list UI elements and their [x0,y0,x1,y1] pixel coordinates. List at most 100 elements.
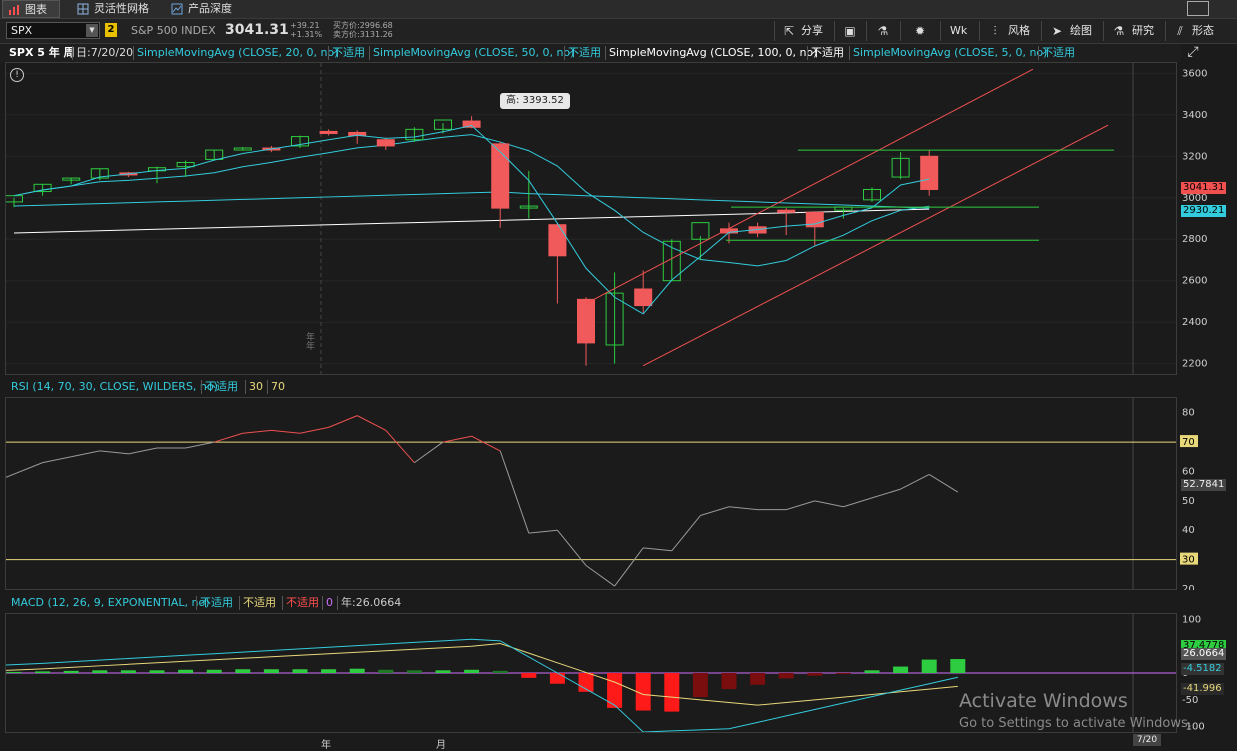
symbol-value: SPX [11,24,33,37]
grid-icon [77,3,89,15]
rsi-value-badge: 52.7841 [1181,479,1227,491]
price-tick: 3600 [1182,68,1207,79]
bar-chart-icon [9,5,19,15]
tab-chart[interactable]: 图表 [2,0,60,18]
net-change: +39.21 [290,21,320,30]
share-button[interactable]: ⇱ 分享 [774,21,830,41]
rsi-pane [5,397,1177,590]
macd-histogram-bar [435,670,451,673]
window-restore-button[interactable] [1187,1,1209,16]
rsi-tick: 70 [1182,437,1195,448]
link-badge[interactable]: 2 [105,23,117,37]
expand-icon[interactable]: ⤢ [1183,44,1203,62]
macd-histogram-bar [149,670,165,673]
year-marker: 年 年 [306,333,316,352]
rsi-segment [843,497,873,508]
candle-style-icon: ⫶ [993,24,997,38]
rsi-segment [242,429,272,434]
snapshot-icon: ▣ [844,24,856,38]
macd-year-value: 年:26.0664 [337,596,401,610]
macd-histogram-bar [893,666,909,673]
macd-badge-3: -4.5182 [1181,663,1224,675]
candle-body [634,288,653,307]
price-tick: 3000 [1182,193,1207,204]
style-button[interactable]: ⫶ 风格 [979,21,1037,41]
rsi-tick: 20 [1182,584,1195,590]
share-icon: ⇱ [783,24,795,38]
flask-study-icon: ⚗ [1113,24,1125,38]
symbol-input[interactable]: SPX ▼ [6,22,100,39]
top-tab-bar: 图表 灵活性网格 产品深度 [0,0,1237,19]
drawing-button[interactable]: ➤ 绘图 [1041,21,1099,41]
study-sma5[interactable]: SimpleMovingAvg (CLOSE, 5, 0, no) [849,46,1047,60]
rsi-segment [928,473,959,493]
macd-diff-na: 不适用 [282,596,319,610]
macd-badge-2: 26.0664 [1181,648,1227,660]
pct-change: +1.31% [290,30,323,39]
flask-icon: ⚗ [877,24,889,38]
macd-tick: 100 [1182,614,1201,625]
macd-histogram-bar [835,673,851,675]
rsi-label[interactable]: RSI (14, 70, 30, CLOSE, WILDERS, no) [8,380,218,394]
rsi-segment [786,500,815,511]
rsi-segment [271,429,301,434]
rsi-tick: 40 [1182,525,1195,536]
candle-body [577,298,595,344]
last-price: 3041.31 [225,22,289,38]
rsi-segment [871,488,901,499]
rsi-segment [728,506,758,511]
chart-toolbar: SPX ▼ 2 S&P 500 INDEX 3041.31 +39.21 +1.… [0,19,1237,44]
macd-chart [5,614,1176,733]
rsi-segment [643,547,672,552]
aggregation-button[interactable]: Wk [940,21,976,41]
price-axis-ticks: 2200 2400 2600 2800 3000 3200 3400 3600 [1182,68,1207,369]
macd-histogram-bar [178,669,194,673]
symbol-description: S&P 500 INDEX [131,24,216,37]
rsi-ob-level: 30 [245,380,263,394]
tab-product-depth[interactable]: 产品深度 [166,0,268,18]
macd-line [5,638,958,733]
macd-histogram-bar [692,673,708,698]
tab-flex-grid-label: 灵活性网格 [94,2,149,15]
price-tick: 2800 [1182,234,1207,245]
settings-button[interactable]: ✹ [900,21,938,41]
macd-histogram-bar [664,673,680,712]
macd-histogram-bar [35,671,51,673]
rsi-segment [814,500,844,508]
rsi-segment [71,450,100,458]
rsi-chart [5,398,1176,589]
flask-button[interactable]: ⚗ [866,21,898,41]
rsi-os-level: 70 [267,380,285,394]
study-sma20[interactable]: SimpleMovingAvg (CLOSE, 20, 0, no) [133,46,338,60]
macd-histogram-bar [950,659,966,673]
patterns-button[interactable]: ⫽ 形态 [1165,21,1223,41]
x-label-date: 7/20 [1133,734,1161,746]
sma-price-badge: 2930.21 [1181,205,1227,217]
macd-histogram-bar [6,671,22,673]
price-tick: 3200 [1182,151,1207,162]
sma20-line [13,134,930,267]
study-sma50[interactable]: SimpleMovingAvg (CLOSE, 50, 0, no) [369,46,574,60]
candle-body [777,209,796,213]
rsi-segment [42,456,72,464]
snapshot-button[interactable]: ▣ [834,21,864,41]
macd-histogram-bar [321,669,337,673]
chevron-down-icon[interactable]: ▼ [86,24,98,37]
macd-histogram-bar [750,673,766,685]
bid-price: 买方价:2996.68 [333,21,393,30]
rsi-tick: 50 [1182,496,1195,507]
study-sma20-value: 不适用 [328,46,365,60]
macd-histogram-bar [349,668,365,673]
macd-histogram-bar [721,673,737,690]
alert-icon[interactable]: ! [10,68,24,82]
rsi-segment [442,435,472,443]
study-sma100[interactable]: SimpleMovingAvg (CLOSE, 100, 0, no) [605,46,817,60]
macd-label[interactable]: MACD (12, 26, 9, EXPONENTIAL, no) [8,596,210,610]
rsi-segment [128,447,158,455]
watermark-title: Activate Windows [959,690,1128,712]
price-axis: 2200 2400 2600 2800 3000 3200 3400 3600 [1177,62,1237,375]
studies-button[interactable]: ⚗ 研究 [1103,21,1161,41]
tab-chart-label: 图表 [25,3,47,16]
candle-body [491,143,510,209]
macd-histogram-bar [921,659,937,673]
